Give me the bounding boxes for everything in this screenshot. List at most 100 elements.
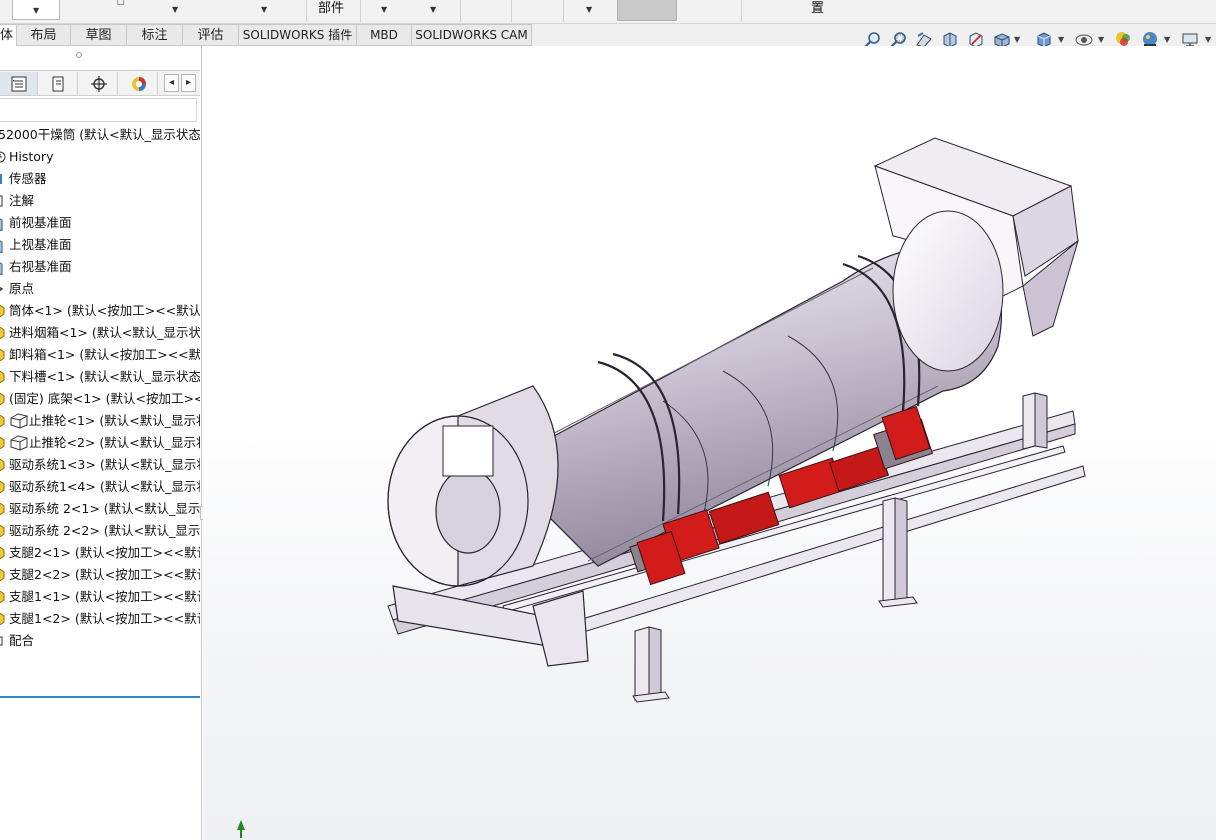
tab-assembly[interactable]: 体 [0, 24, 17, 46]
tree-item-component[interactable]: 卸料箱<1> (默认<按加工><<默认 [0, 344, 200, 366]
chevron-down-icon[interactable]: ▼ [172, 5, 178, 14]
tree-rollback-bar[interactable] [0, 696, 200, 698]
chevron-down-icon[interactable]: ▼ [1014, 35, 1020, 44]
chevron-down-icon: ▼ [33, 6, 40, 15]
tree-item-component[interactable]: 下料槽<1> (默认<默认_显示状态-1 [0, 366, 200, 388]
ribbon-active-button[interactable] [617, 0, 677, 21]
tree-item-origin[interactable]: 原点 [0, 278, 200, 300]
tree-item-component[interactable]: 支腿2<1> (默认<按加工><<默认> [0, 542, 200, 564]
tree-item-label: 上视基准面 [9, 237, 72, 252]
chevron-down-icon[interactable]: ▼ [430, 5, 436, 14]
tree-item-label: 卸料箱<1> (默认<按加工><<默认 [9, 347, 200, 362]
tab-evaluate[interactable]: 评估 [182, 24, 239, 46]
tree-item-label: 驱动系统1<4> (默认<默认_显示状 [9, 479, 200, 494]
tree-item-label: 驱动系统1<3> (默认<默认_显示状 [9, 457, 200, 472]
configuration-manager-tab[interactable] [80, 72, 118, 95]
panel-scroll-right-button[interactable]: ▸ [181, 74, 196, 92]
display-manager-icon [131, 76, 146, 91]
setting-button-label[interactable]: 置 [811, 2, 824, 15]
chevron-down-icon[interactable]: ▼ [1205, 35, 1211, 44]
panel-grip-handle[interactable] [76, 52, 82, 58]
part-icon [0, 591, 5, 603]
part-button-label[interactable]: 部件 [318, 2, 344, 15]
part-icon [0, 503, 5, 515]
tree-item-top-plane[interactable]: 上视基准面 [0, 234, 200, 256]
tree-item-label: 止推轮<1> (默认<默认_显示状 [29, 413, 200, 428]
property-manager-tab[interactable] [40, 72, 78, 95]
tree-item-label: 右视基准面 [9, 259, 72, 274]
tree-item-label: 支腿2<2> (默认<按加工><<默认> [9, 567, 200, 582]
panel-tab-strip: ◂ ▸ [0, 70, 200, 96]
tab-mbd[interactable]: MBD [356, 24, 412, 46]
part-icon [0, 525, 5, 537]
part-icon [0, 569, 5, 581]
subassembly-icon [10, 413, 28, 429]
tree-item-component[interactable]: 驱动系统 2<1> (默认<默认_显示状 [0, 498, 200, 520]
tab-layout[interactable]: 布局 [16, 24, 71, 46]
tree-filter-input[interactable] [0, 98, 197, 122]
part-icon [0, 613, 5, 625]
tree-item-label: History [9, 149, 54, 164]
tree-item-component[interactable]: 驱动系统 2<2> (默认<默认_显示状 [0, 520, 200, 542]
part-icon [0, 305, 5, 317]
tree-item-label: 驱动系统 2<2> (默认<默认_显示状 [9, 523, 200, 538]
tree-item-subassembly[interactable]: 止推轮<1> (默认<默认_显示状 [0, 410, 200, 432]
feature-manager-tab[interactable] [0, 72, 38, 95]
tree-item-component[interactable]: 进料烟箱<1> (默认<默认_显示状态 [0, 322, 200, 344]
tree-item-sensors[interactable]: 传感器 [0, 168, 200, 190]
part-icon [0, 349, 5, 361]
graphics-area[interactable] [203, 46, 1216, 840]
tree-item-mates[interactable]: 配合 [0, 630, 200, 652]
tree-item-component[interactable]: 支腿1<2> (默认<按加工><<默认> [0, 608, 200, 630]
part-icon [0, 459, 5, 471]
ribbon-dropdown[interactable]: ▼ [12, 0, 60, 20]
tree-item-component[interactable]: 支腿2<2> (默认<按加工><<默认> [0, 564, 200, 586]
tree-item-label: 配合 [9, 633, 35, 648]
plane-icon [0, 262, 3, 275]
ribbon-separator [360, 0, 361, 22]
chevron-down-icon[interactable]: ▼ [381, 5, 387, 14]
tree-item-component[interactable]: 支腿1<1> (默认<按加工><<默认> [0, 586, 200, 608]
chevron-down-icon[interactable]: ▼ [261, 5, 267, 14]
tree-root-assembly[interactable]: 52000干燥筒 (默认<默认_显示状态-1 [0, 124, 200, 146]
tree-root-label: 52000干燥筒 (默认<默认_显示状态-1 [0, 127, 200, 142]
part-icon [0, 371, 5, 383]
ribbon-small-icon[interactable]: □ [117, 0, 125, 6]
tree-item-front-plane[interactable]: 前视基准面 [0, 212, 200, 234]
tree-item-subassembly[interactable]: 止推轮<2> (默认<默认_显示状 [0, 432, 200, 454]
dryer-assembly-model[interactable] [203, 46, 1216, 840]
tree-item-label: 进料烟箱<1> (默认<默认_显示状态 [9, 325, 200, 340]
display-manager-tab[interactable] [120, 72, 158, 95]
tab-sketch[interactable]: 草图 [70, 24, 127, 46]
panel-scroll-left-button[interactable]: ◂ [164, 74, 179, 92]
tree-item-label: 支腿1<2> (默认<按加工><<默认> [9, 611, 200, 626]
chevron-down-icon[interactable]: ▼ [586, 5, 592, 14]
tree-item-label: 驱动系统 2<1> (默认<默认_显示状 [9, 501, 200, 516]
tab-markup[interactable]: 标注 [126, 24, 183, 46]
command-manager-ribbon: ▼ □ ▼ ▼ 部件 ▼ ▼ ▼ 置 [0, 0, 1216, 24]
feed-smoke-box[interactable] [873, 137, 1079, 372]
tab-solidworks-addins[interactable]: SOLIDWORKS 插件 [238, 24, 357, 46]
tree-item-history[interactable]: History [0, 146, 200, 168]
tree-item-right-plane[interactable]: 右视基准面 [0, 256, 200, 278]
feature-manager-panel: ◂ ▸ 52000干燥筒 (默认<默认_显示状态-1 History 传感器 注… [0, 46, 208, 840]
ribbon-separator [563, 0, 564, 22]
tree-item-component[interactable]: 驱动系统1<3> (默认<默认_显示状 [0, 454, 200, 476]
tree-item-label: 支腿2<1> (默认<按加工><<默认> [9, 545, 200, 560]
part-icon [0, 327, 5, 339]
chevron-down-icon[interactable]: ▼ [1164, 35, 1170, 44]
tree-item-component[interactable]: (固定) 底架<1> (默认<按加工><< [0, 388, 200, 410]
tree-item-component[interactable]: 驱动系统1<4> (默认<默认_显示状 [0, 476, 200, 498]
tree-item-label: 传感器 [9, 171, 47, 186]
tree-item-component[interactable]: 筒体<1> (默认<按加工><<默认>_ [0, 300, 200, 322]
chevron-down-icon[interactable]: ▼ [1098, 35, 1104, 44]
tree-item-label: (固定) 底架<1> (默认<按加工><< [9, 391, 200, 406]
chevron-down-icon[interactable]: ▼ [1058, 35, 1064, 44]
part-icon [0, 415, 5, 427]
part-icon [0, 481, 5, 493]
tree-item-label: 筒体<1> (默认<按加工><<默认>_ [9, 303, 200, 318]
tab-solidworks-cam[interactable]: SOLIDWORKS CAM [411, 24, 532, 46]
tree-item-annotations[interactable]: 注解 [0, 190, 200, 212]
ribbon-separator [306, 0, 307, 22]
tree-item-label: 原点 [9, 281, 35, 296]
